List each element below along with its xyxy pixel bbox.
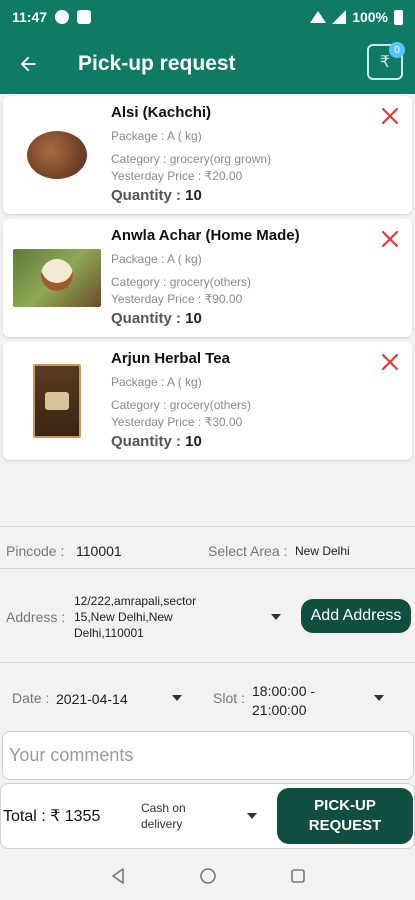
divider xyxy=(0,526,415,527)
payment-method-select[interactable]: Cash on delivery xyxy=(141,800,211,832)
product-name: Anwla Achar (Home Made) xyxy=(111,227,300,244)
divider xyxy=(0,662,415,663)
remove-product-icon[interactable] xyxy=(380,352,400,372)
product-name: Alsi (Kachchi) xyxy=(111,104,212,121)
product-package: Package : A ( kg) xyxy=(111,375,202,389)
product-package: Package : A ( kg) xyxy=(111,129,202,143)
quantity-label: Quantity : xyxy=(111,187,186,204)
product-category: Category : grocery(others) xyxy=(111,275,252,289)
product-name: Arjun Herbal Tea xyxy=(111,350,230,367)
product-package: Package : A ( kg) xyxy=(111,252,202,266)
product-category: Category : grocery(others) xyxy=(111,398,252,412)
divider xyxy=(0,568,415,569)
slot-dropdown-arrow-icon[interactable] xyxy=(374,695,384,701)
wifi-icon xyxy=(310,11,327,23)
quantity-value: 10 xyxy=(185,433,202,450)
app-bar: Pick-up request ₹ 0 xyxy=(0,34,415,94)
notification-icon xyxy=(55,10,70,24)
product-category: Category : grocery(org grown) xyxy=(111,152,272,166)
address-label: Address : xyxy=(6,609,66,625)
area-value[interactable]: New Delhi xyxy=(295,544,350,558)
comments-input[interactable] xyxy=(2,731,414,780)
remove-product-icon[interactable] xyxy=(380,106,400,126)
quantity-label: Quantity : xyxy=(111,433,186,450)
quantity-value: 10 xyxy=(185,310,202,327)
rupee-symbol: ₹ xyxy=(379,54,391,71)
quantity-value: 10 xyxy=(185,187,202,204)
app-notification-icon xyxy=(77,10,92,24)
payment-dropdown-arrow-icon[interactable] xyxy=(247,813,257,819)
product-quantity: Quantity : 10 xyxy=(111,310,300,327)
flax-seeds-image xyxy=(13,114,101,196)
amla-pickle-image xyxy=(13,237,101,319)
product-card: Arjun Herbal Tea Package : A ( kg) Categ… xyxy=(3,342,412,460)
product-list: Alsi (Kachchi) Package : A ( kg) Categor… xyxy=(0,96,415,465)
product-card: Anwla Achar (Home Made) Package : A ( kg… xyxy=(3,219,412,337)
pincode-label: Pincode : xyxy=(6,543,65,559)
nav-recents-icon[interactable] xyxy=(287,865,309,887)
product-price: Yesterday Price : ₹30.00 xyxy=(111,415,243,429)
pincode-value[interactable]: 110001 xyxy=(76,543,122,559)
status-bar: 11:47 100% xyxy=(0,0,415,34)
wallet-icon[interactable]: ₹ 0 xyxy=(367,42,405,80)
status-time: 11:47 xyxy=(12,9,48,25)
order-summary-bar: Total : ₹ 1355 Cash on delivery PICK-UP … xyxy=(0,783,415,849)
product-price: Yesterday Price : ₹90.00 xyxy=(111,292,243,306)
battery-percent: 100% xyxy=(352,9,388,25)
signal-icon xyxy=(332,10,347,24)
product-price: Yesterday Price : ₹20.00 xyxy=(111,169,243,183)
product-card: Alsi (Kachchi) Package : A ( kg) Categor… xyxy=(3,96,412,214)
product-quantity: Quantity : 10 xyxy=(111,433,251,450)
slot-select[interactable]: 18:00:00 - 21:00:00 xyxy=(252,682,342,720)
nav-back-icon[interactable] xyxy=(107,865,129,887)
product-quantity: Quantity : 10 xyxy=(111,187,271,204)
back-arrow-icon[interactable] xyxy=(0,34,56,94)
date-dropdown-arrow-icon[interactable] xyxy=(172,695,182,701)
date-select[interactable]: 2021-04-14 xyxy=(56,691,128,707)
herbal-tea-box-image xyxy=(13,360,101,442)
area-label: Select Area : xyxy=(208,543,288,559)
battery-icon xyxy=(394,9,403,25)
wallet-badge: 0 xyxy=(389,42,405,58)
slot-label: Slot : xyxy=(213,690,245,706)
add-address-button[interactable]: Add Address xyxy=(301,599,411,633)
date-label: Date : xyxy=(12,690,50,706)
quantity-label: Quantity : xyxy=(111,310,186,327)
total-amount: Total : ₹ 1355 xyxy=(3,808,101,825)
system-nav-bar xyxy=(0,852,415,900)
address-dropdown-arrow-icon[interactable] xyxy=(271,614,281,620)
address-select[interactable]: 12/222,amrapali,sector 15,New Delhi,New … xyxy=(74,593,234,641)
remove-product-icon[interactable] xyxy=(380,229,400,249)
nav-home-icon[interactable] xyxy=(197,865,219,887)
page-title: Pick-up request xyxy=(78,52,236,75)
pickup-request-button[interactable]: PICK-UP REQUEST xyxy=(277,788,413,844)
